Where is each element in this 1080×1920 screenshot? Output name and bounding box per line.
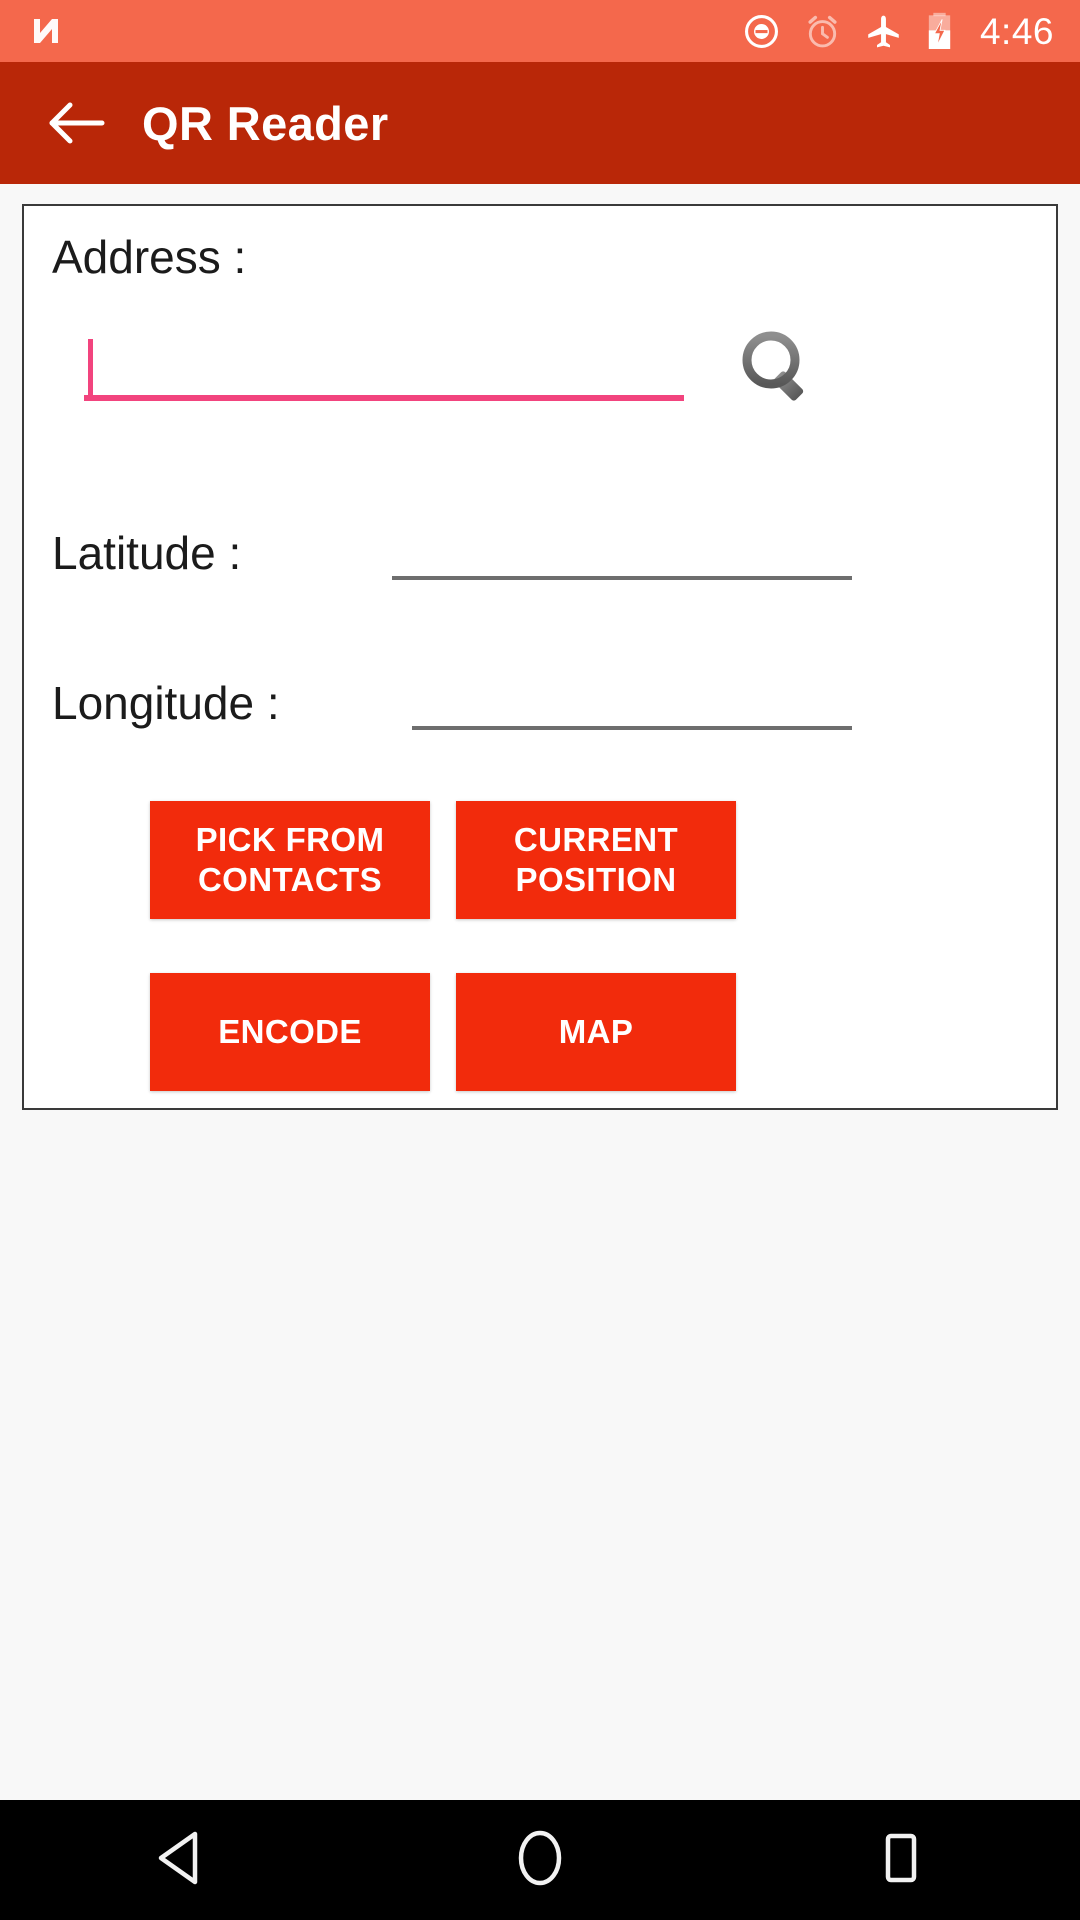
- status-bar-right: 4:46: [742, 11, 1080, 51]
- page-title: QR Reader: [142, 96, 389, 150]
- text-caret: [88, 339, 93, 397]
- do-not-disturb-icon: [742, 12, 781, 51]
- square-recents-icon: [873, 1828, 927, 1893]
- app-bar: QR Reader: [0, 62, 1080, 184]
- latitude-input[interactable]: [392, 526, 852, 578]
- latitude-label: Latitude :: [52, 527, 242, 579]
- encode-button[interactable]: ENCODE: [150, 973, 430, 1091]
- current-position-button[interactable]: CURRENT POSITION: [456, 801, 736, 919]
- map-button[interactable]: MAP: [456, 973, 736, 1091]
- search-icon[interactable]: [724, 319, 834, 419]
- longitude-label: Longitude :: [52, 677, 280, 729]
- address-label: Address :: [52, 231, 247, 283]
- qr-address-card: Address : Latitude : Longitude: PICK FR…: [22, 204, 1058, 1110]
- airplane-mode-icon: [864, 12, 903, 51]
- nextbit-logo-icon: [26, 11, 66, 51]
- status-bar: 4:46: [0, 0, 1080, 62]
- longitude-input[interactable]: [412, 676, 852, 728]
- longitude-underline: [412, 726, 852, 730]
- battery-charging-icon: [925, 11, 954, 51]
- nav-home-button[interactable]: [480, 1800, 600, 1920]
- android-nav-bar: [0, 1800, 1080, 1920]
- nav-back-button[interactable]: [120, 1800, 240, 1920]
- latitude-row: Latitude :: [52, 526, 1032, 586]
- status-bar-clock: 4:46: [979, 10, 1054, 52]
- status-bar-left: [0, 11, 66, 51]
- triangle-back-icon: [153, 1829, 207, 1892]
- back-arrow-icon[interactable]: [40, 87, 112, 159]
- pick-from-contacts-button[interactable]: PICK FROM CONTACTS: [150, 801, 430, 919]
- action-button-grid: PICK FROM CONTACTS CURRENT POSITION ENCO…: [150, 801, 862, 1091]
- longitude-row: Longitude :: [52, 676, 1032, 736]
- address-input[interactable]: [84, 331, 684, 401]
- address-row: [84, 321, 1034, 431]
- circle-home-icon: [513, 1828, 567, 1893]
- latitude-underline: [392, 576, 852, 580]
- alarm-icon: [803, 12, 842, 51]
- nav-recents-button[interactable]: [840, 1800, 960, 1920]
- phone-screen: 4:46 QR Reader Address : Latitude: Long…: [0, 0, 1080, 1920]
